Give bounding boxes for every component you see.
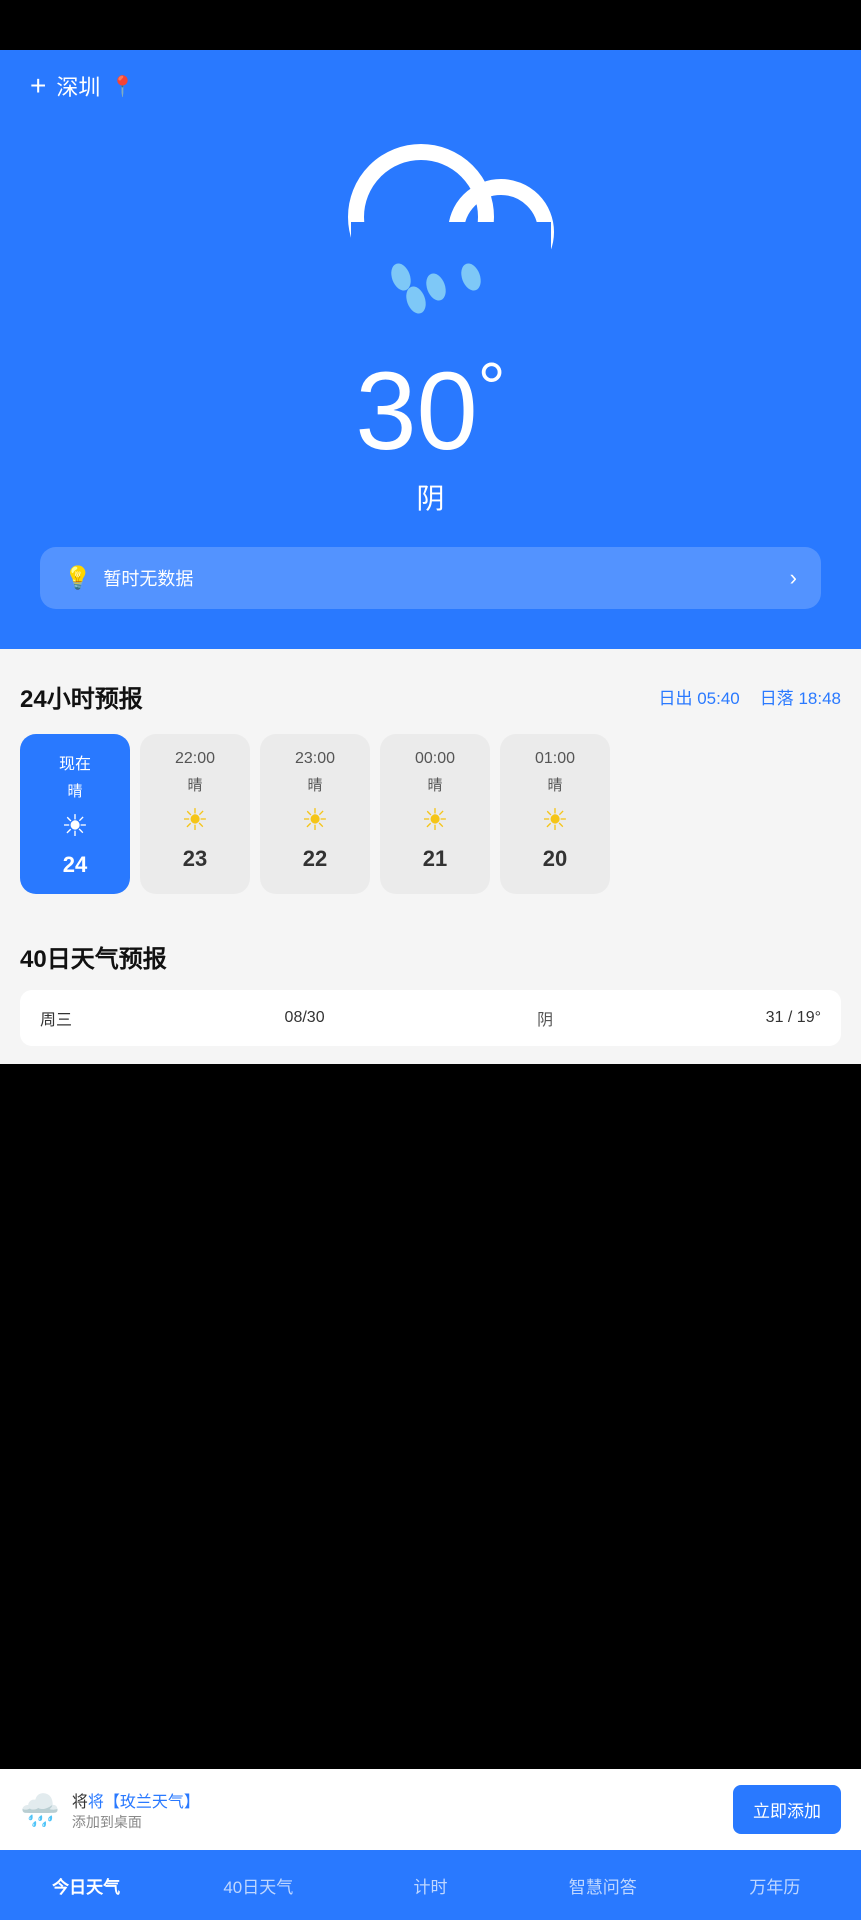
top-bar: + 深圳 📍: [30, 70, 831, 102]
temperature-value: 30°: [355, 350, 505, 473]
hourly-scroll[interactable]: 现在 晴 ☀ 24 22:00 晴 ☀ 23 23:00 晴 ☀ 22 00:0…: [20, 734, 841, 909]
hour-temp: 21: [390, 846, 480, 872]
hour-card[interactable]: 00:00 晴 ☀ 21: [380, 734, 490, 894]
hour-condition: 晴: [150, 774, 240, 795]
sun-icon: ☀: [150, 803, 240, 838]
sunrise-label: 日出 05:40: [658, 684, 739, 709]
hour-condition: 晴: [510, 774, 600, 795]
hour-label: 00:00: [390, 750, 480, 768]
location-icon[interactable]: 📍: [110, 74, 135, 99]
hour-card[interactable]: 23:00 晴 ☀ 22: [260, 734, 370, 894]
add-now-button[interactable]: 立即添加: [733, 1785, 841, 1834]
forecast-date: 08/30: [285, 1009, 325, 1027]
bottom-nav: 今日天气40日天气计时智慧问答万年历: [0, 1850, 861, 1920]
nav-item-40日天气[interactable]: 40日天气: [172, 1850, 344, 1920]
weather-header: + 深圳 📍 30° 阴: [0, 50, 861, 649]
hour-card[interactable]: 01:00 晴 ☀ 20: [500, 734, 610, 894]
no-data-left: 💡 暂时无数据: [64, 565, 193, 591]
hour-temp: 20: [510, 846, 600, 872]
weather-condition: 阴: [30, 477, 831, 517]
sun-icon: ☀: [270, 803, 360, 838]
forecast-row[interactable]: 周三 08/30 阴 31 / 19°: [20, 990, 841, 1046]
hour-condition: 晴: [270, 774, 360, 795]
nav-item-计时[interactable]: 计时: [344, 1850, 516, 1920]
hour-label: 23:00: [270, 750, 360, 768]
status-bar: [0, 0, 861, 50]
add-banner-text: 将将【玫兰天气】 添加到桌面: [72, 1788, 200, 1832]
hour-temp: 23: [150, 846, 240, 872]
hour-condition: 晴: [30, 780, 120, 801]
cloud-rain-icon: 🌧️: [20, 1791, 60, 1829]
nav-item-今日天气[interactable]: 今日天气: [0, 1850, 172, 1920]
forecast-condition: 阴: [537, 1006, 553, 1030]
forecast-day: 周三: [40, 1006, 72, 1030]
nav-item-智慧问答[interactable]: 智慧问答: [517, 1850, 689, 1920]
hour-card[interactable]: 22:00 晴 ☀ 23: [140, 734, 250, 894]
section-header: 24小时预报 日出 05:40 日落 18:48: [20, 679, 841, 714]
nav-item-万年历[interactable]: 万年历: [689, 1850, 861, 1920]
hourly-section: 24小时预报 日出 05:40 日落 18:48 现在 晴 ☀ 24 22:00…: [0, 649, 861, 909]
hour-temp: 24: [30, 852, 120, 878]
sun-info: 日出 05:40 日落 18:48: [658, 684, 841, 709]
forty-section: 40日天气预报 周三 08/30 阴 31 / 19°: [0, 909, 861, 1064]
hourly-title: 24小时预报: [20, 679, 143, 714]
hour-card[interactable]: 现在 晴 ☀ 24: [20, 734, 130, 894]
temperature-display: 30°: [30, 352, 831, 467]
hour-condition: 晴: [390, 774, 480, 795]
hour-label: 22:00: [150, 750, 240, 768]
weather-icon: [30, 122, 831, 322]
sun-icon: ☀: [390, 803, 480, 838]
add-subtitle: 添加到桌面: [72, 1812, 200, 1832]
no-data-banner[interactable]: 💡 暂时无数据 ›: [40, 547, 821, 609]
forecast-temp: 31 / 19°: [766, 1009, 821, 1027]
add-banner-left: 🌧️ 将将【玫兰天气】 添加到桌面: [20, 1788, 200, 1832]
hour-temp: 22: [270, 846, 360, 872]
city-name: 深圳: [56, 70, 100, 102]
no-data-text: 暂时无数据: [103, 565, 193, 591]
sun-icon: ☀: [30, 809, 120, 844]
forty-title: 40日天气预报: [20, 939, 841, 974]
hour-label: 01:00: [510, 750, 600, 768]
add-title: 将将【玫兰天气】: [72, 1788, 200, 1812]
sun-icon: ☀: [510, 803, 600, 838]
hour-label: 现在: [30, 750, 120, 774]
add-banner: 🌧️ 将将【玫兰天气】 添加到桌面 立即添加: [0, 1769, 861, 1850]
add-city-button[interactable]: +: [30, 70, 46, 102]
sunset-label: 日落 18:48: [760, 684, 841, 709]
chevron-right-icon: ›: [790, 565, 797, 591]
bulb-icon: 💡: [64, 565, 91, 591]
